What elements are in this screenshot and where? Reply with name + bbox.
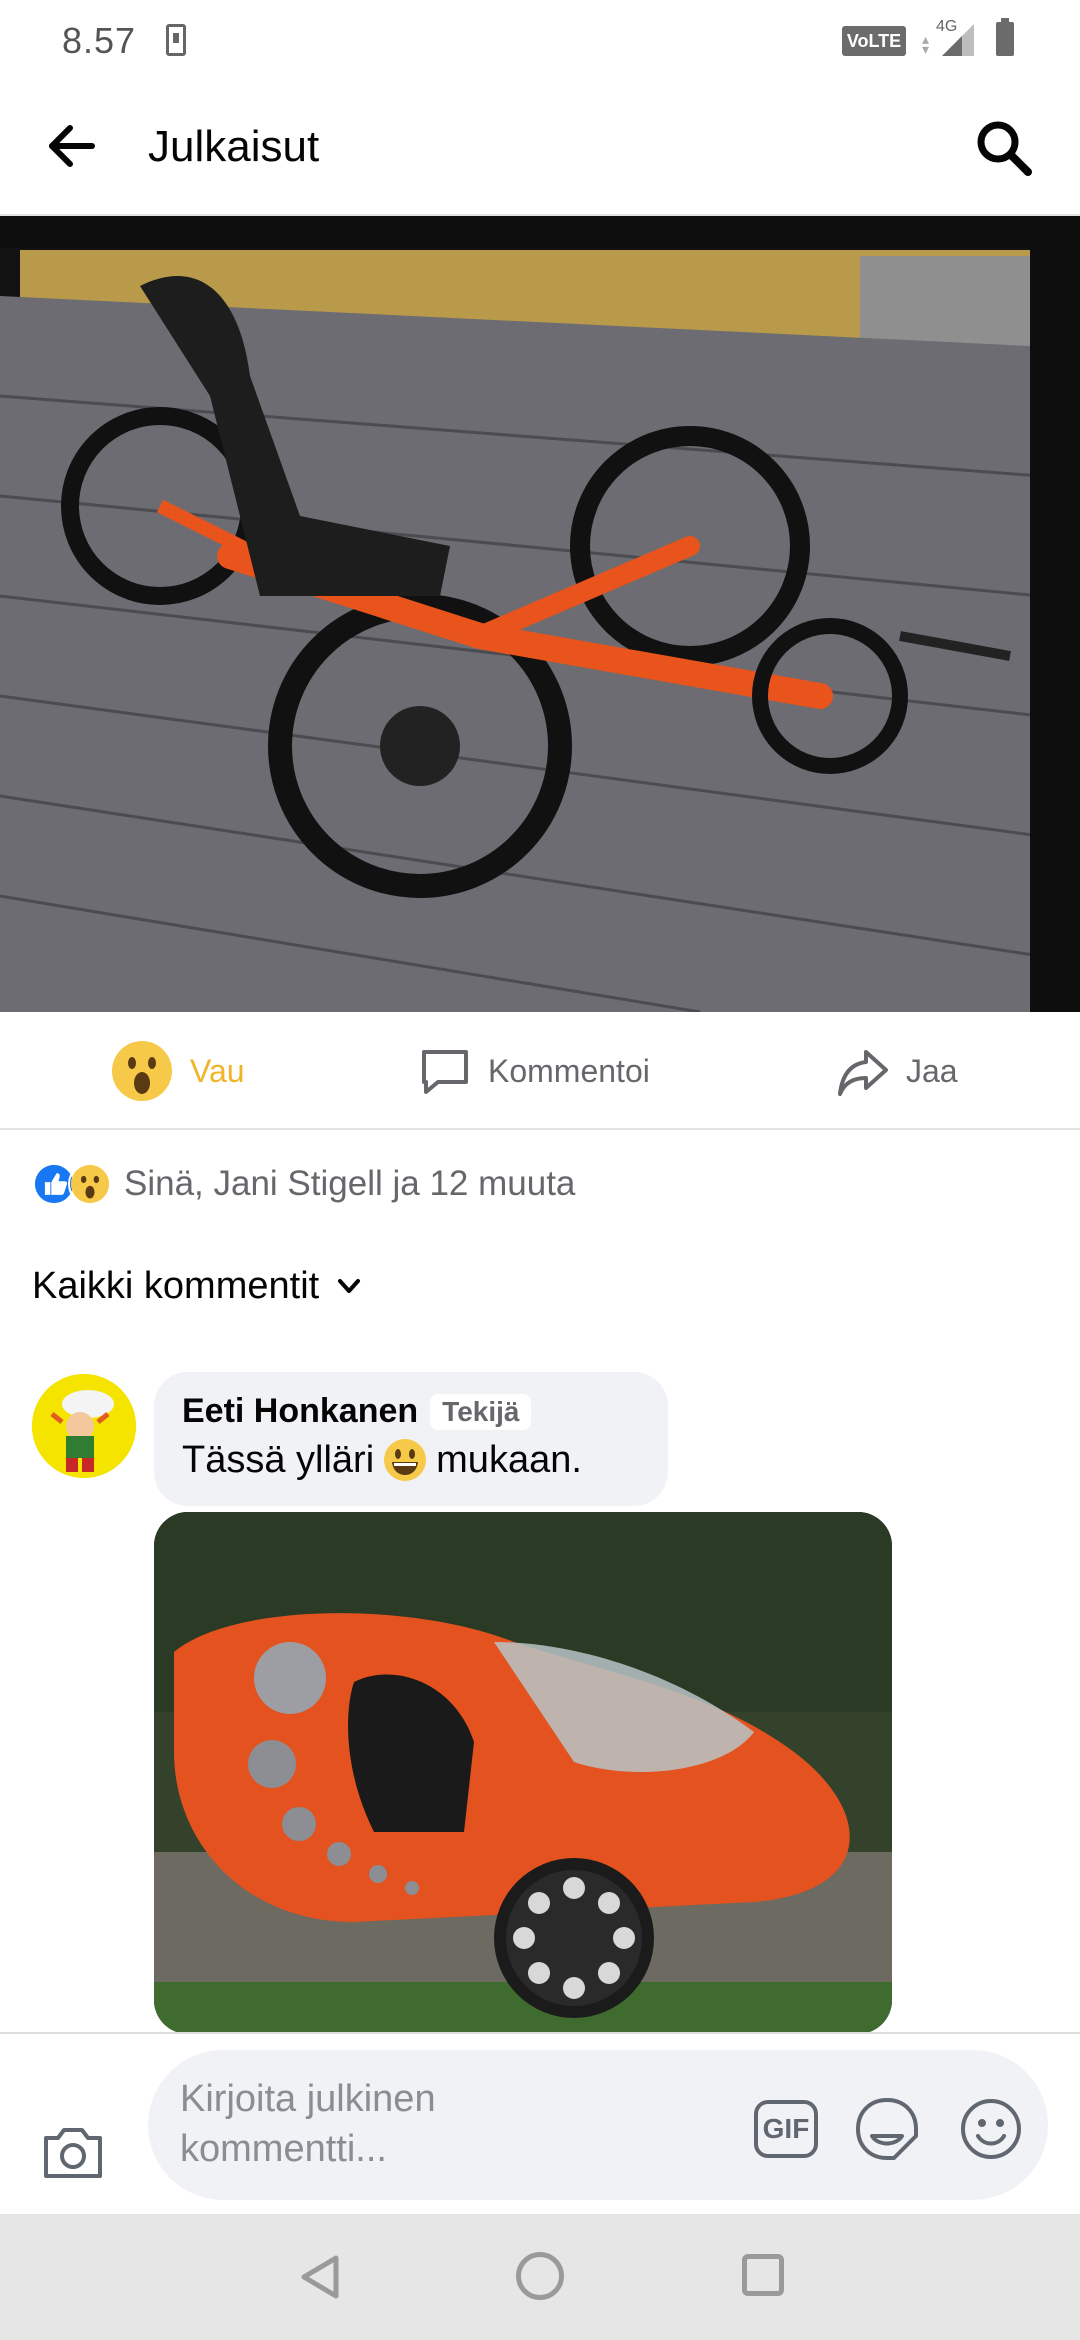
data-arrows-icon: ▴ ▾ xyxy=(922,31,930,57)
app-header: Julkaisut xyxy=(0,80,1080,216)
back-button[interactable] xyxy=(44,118,100,174)
search-icon xyxy=(977,121,1032,176)
avatar-image xyxy=(32,1374,136,1478)
camera-icon xyxy=(44,2128,102,2178)
nav-home-button[interactable] xyxy=(516,2252,564,2300)
author-badge: Tekijä xyxy=(430,1393,532,1430)
reaction-button[interactable]: Vau xyxy=(110,1012,245,1130)
system-nav-bar xyxy=(0,2214,1080,2340)
sticker-button[interactable] xyxy=(854,2096,920,2162)
avatar[interactable] xyxy=(32,1374,136,1478)
share-label: Jaa xyxy=(906,1052,958,1089)
status-bar: 8.57 VoLTE 4G ▴ ▾ xyxy=(0,0,1080,80)
comments-filter-label: Kaikki kommentit xyxy=(32,1264,320,1307)
comment-text: Tässä ylläri mukaan. xyxy=(182,1437,640,1483)
camera-button[interactable] xyxy=(40,2122,106,2182)
post-photo[interactable] xyxy=(0,216,1080,1012)
share-button[interactable]: Jaa xyxy=(836,1012,958,1130)
volte-badge: VoLTE xyxy=(842,26,906,56)
comment-composer: Kirjoita julkinen kommentti... GIF xyxy=(0,2032,1080,2214)
triangle-back-icon xyxy=(301,2255,339,2299)
comment-button[interactable]: Kommentoi xyxy=(418,1012,650,1130)
comment-text-start: Tässä ylläri xyxy=(182,1438,375,1481)
wow-emoji-icon xyxy=(112,1041,172,1101)
download-icon xyxy=(166,24,186,56)
emoji-button[interactable] xyxy=(958,2096,1024,2162)
grinning-emoji-icon xyxy=(384,1439,427,1481)
reaction-label: Vau xyxy=(190,1052,245,1089)
trike-photo xyxy=(0,216,1080,1012)
nav-recents-button[interactable] xyxy=(742,2254,784,2296)
search-button[interactable] xyxy=(974,118,1034,178)
status-time: 8.57 xyxy=(62,20,137,61)
nav-back-button[interactable] xyxy=(296,2252,346,2302)
battery-icon xyxy=(996,18,1014,56)
post-action-bar: Vau Kommentoi Jaa xyxy=(0,1012,1080,1130)
share-arrow-icon xyxy=(838,1050,888,1096)
sticker-icon xyxy=(856,2098,918,2160)
comment-author-row: Eeti Honkanen Tekijä xyxy=(182,1392,640,1431)
chevron-down-icon xyxy=(338,1279,361,1293)
gif-button[interactable]: GIF xyxy=(754,2100,818,2158)
velomobile-photo xyxy=(154,1512,892,2034)
comment-author[interactable]: Eeti Honkanen xyxy=(182,1392,418,1431)
page-title: Julkaisut xyxy=(148,122,320,171)
reactions-summary[interactable]: Sinä, Jani Stigell ja 12 muuta xyxy=(32,1156,575,1212)
wow-reaction-icon xyxy=(68,1162,112,1206)
reactions-text: Sinä, Jani Stigell ja 12 muuta xyxy=(124,1164,576,1203)
comment-input[interactable]: Kirjoita julkinen kommentti... GIF xyxy=(148,2050,1048,2200)
comment-photo[interactable] xyxy=(154,1512,892,2034)
comment-label: Kommentoi xyxy=(488,1052,650,1089)
comment-bubble[interactable]: Eeti Honkanen Tekijä Tässä ylläri mukaan… xyxy=(154,1372,668,1506)
signal-icon xyxy=(942,24,974,56)
comment-text-end: mukaan. xyxy=(436,1438,582,1481)
emoji-icon xyxy=(961,2099,1021,2159)
comment-input-placeholder: Kirjoita julkinen kommentti... xyxy=(180,2078,436,2170)
speech-bubble-icon xyxy=(422,1050,468,1094)
arrow-left-icon xyxy=(49,125,95,167)
comments-filter-dropdown[interactable]: Kaikki kommentit xyxy=(32,1258,363,1314)
